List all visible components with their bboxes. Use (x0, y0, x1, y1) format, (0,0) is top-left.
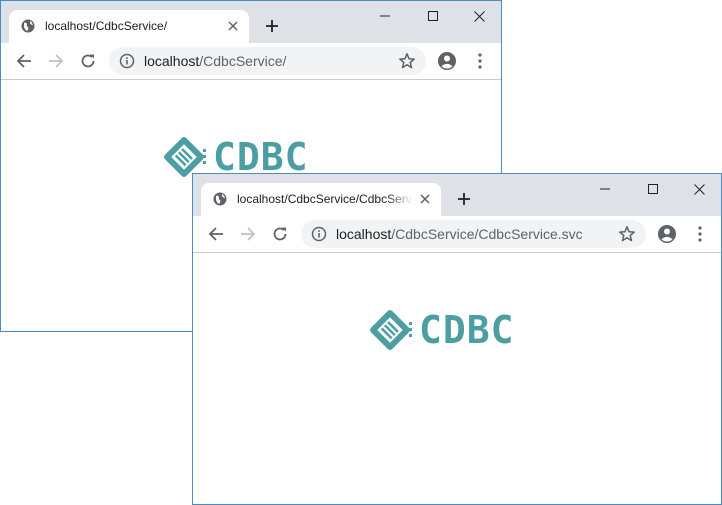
browser-toolbar: localhost/CdbcService/CdbcService.svc (193, 216, 721, 253)
url-path: /CdbcService/CdbcService.svc (391, 226, 583, 242)
close-window-icon[interactable] (676, 174, 721, 204)
close-window-icon[interactable] (456, 1, 501, 31)
tab-title: localhost/CdbcService/ (45, 19, 168, 33)
globe-icon (21, 19, 35, 33)
logo-text: CDBC (419, 308, 515, 352)
minimize-icon[interactable] (582, 174, 628, 204)
address-bar[interactable]: localhost/CdbcService/ (109, 47, 426, 75)
url-host: localhost (144, 53, 200, 69)
bookmark-star-icon[interactable] (618, 225, 636, 243)
url-text[interactable]: localhost/CdbcService/CdbcService.svc (336, 226, 583, 242)
browser-tab[interactable]: localhost/CdbcService/CdbcService.svc (201, 183, 441, 216)
info-icon[interactable] (119, 53, 135, 69)
maximize-icon[interactable] (410, 1, 456, 31)
url-text[interactable]: localhost/CdbcService/ (144, 53, 286, 69)
title-bar: localhost/CdbcService/CdbcService.svc (193, 174, 721, 216)
new-tab-icon[interactable] (263, 17, 281, 35)
account-icon[interactable] (435, 49, 459, 73)
reload-icon[interactable] (268, 222, 292, 246)
url-path: /CdbcService/ (199, 53, 287, 69)
maximize-icon[interactable] (630, 174, 676, 204)
close-tab-icon[interactable] (225, 18, 241, 34)
browser-toolbar: localhost/CdbcService/ (1, 43, 501, 80)
menu-dots-icon[interactable] (468, 49, 492, 73)
new-tab-icon[interactable] (455, 190, 473, 208)
bookmark-star-icon[interactable] (398, 52, 416, 70)
title-bar: localhost/CdbcService/ (1, 1, 501, 43)
reload-icon[interactable] (76, 49, 100, 73)
close-tab-icon[interactable] (417, 191, 433, 207)
globe-icon (213, 192, 227, 206)
page-content: CDBC (193, 253, 721, 504)
tab-title: localhost/CdbcService/CdbcService.svc (237, 192, 413, 206)
url-host: localhost (336, 226, 392, 242)
info-icon[interactable] (311, 226, 327, 242)
account-icon[interactable] (655, 222, 679, 246)
browser-tab[interactable]: localhost/CdbcService/ (9, 10, 249, 43)
menu-dots-icon[interactable] (688, 222, 712, 246)
address-bar[interactable]: localhost/CdbcService/CdbcService.svc (301, 220, 646, 248)
back-arrow-icon[interactable] (204, 222, 228, 246)
cdbc-logo: CDBC (368, 305, 544, 355)
minimize-icon[interactable] (362, 1, 408, 31)
browser-window-front[interactable]: localhost/CdbcService/CdbcService.svc (192, 173, 722, 505)
forward-arrow-icon[interactable] (236, 222, 260, 246)
forward-arrow-icon[interactable] (44, 49, 68, 73)
back-arrow-icon[interactable] (12, 49, 36, 73)
